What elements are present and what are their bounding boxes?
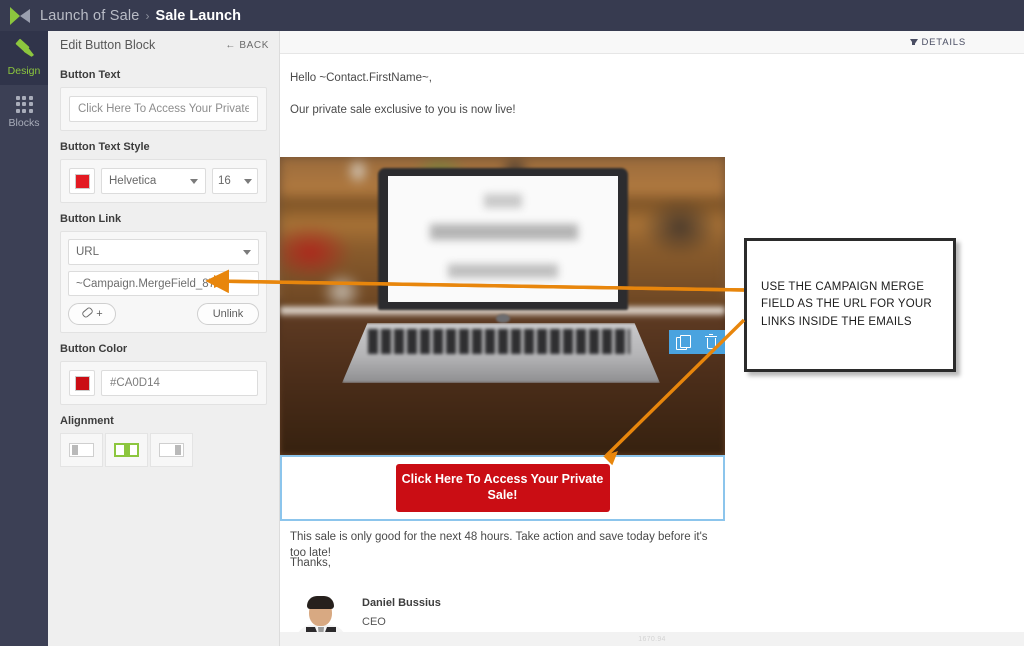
annotation-line-3: LINKS INSIDE THE EMAILS xyxy=(761,315,912,328)
link-type-select[interactable]: URL xyxy=(68,239,259,265)
details-label: DETAILS xyxy=(921,36,966,48)
arrow-down-icon xyxy=(909,39,918,45)
button-link-card: URL ~Campaign.MergeField_873~ + Unlink xyxy=(60,231,267,333)
align-left-button[interactable] xyxy=(60,433,103,467)
annotation-line-2: FIELD AS THE URL FOR YOUR xyxy=(761,298,932,311)
status-text: 1670.94 xyxy=(638,635,666,643)
cta-button-label: Click Here To Access Your Private Sale! xyxy=(401,472,604,502)
align-right-icon xyxy=(159,443,184,457)
align-left-icon xyxy=(69,443,94,457)
rail-item-blocks[interactable]: Blocks xyxy=(0,85,48,139)
logo-fold-icon xyxy=(10,6,32,26)
email-body: Hello ~Contact.FirstName~, Our private s… xyxy=(280,54,1024,646)
alignment-label: Alignment xyxy=(60,415,114,427)
details-button[interactable]: DETAILS xyxy=(909,36,967,48)
annotation-line-1: USE THE CAMPAIGN MERGE xyxy=(761,281,925,294)
button-color-card: #CA0D14 xyxy=(60,361,267,405)
tag-icon xyxy=(81,308,93,320)
laptop-screen xyxy=(388,176,618,302)
annotation-callout: USE THE CAMPAIGN MERGE FIELD AS THE URL … xyxy=(744,238,956,372)
laptop-keyboard xyxy=(368,329,630,354)
button-text-input[interactable] xyxy=(69,96,258,122)
canvas-toolbar: DETAILS xyxy=(280,31,1024,54)
panel-header: Edit Button Block ← BACK xyxy=(48,31,279,59)
button-color-label: Button Color xyxy=(60,343,128,355)
unlink-button[interactable]: Unlink xyxy=(197,303,259,325)
rail-item-design[interactable]: Design xyxy=(0,31,48,85)
button-link-label: Button Link xyxy=(60,213,122,225)
breadcrumb-parent[interactable]: Launch of Sale xyxy=(40,8,140,24)
button-text-label: Button Text xyxy=(60,69,121,81)
app-root: Launch of Sale › Sale Launch Design Bloc… xyxy=(0,0,1024,646)
chevron-down-icon xyxy=(190,178,198,184)
laptop-logo xyxy=(496,314,510,323)
button-text-style-card: Helvetica 16 xyxy=(60,159,267,203)
button-color-swatch xyxy=(74,375,90,391)
left-icon-rail: Design Blocks xyxy=(0,31,48,646)
cta-button[interactable]: Click Here To Access Your Private Sale! xyxy=(395,464,610,512)
alignment-group xyxy=(60,433,267,467)
signature-title: CEO xyxy=(362,615,386,628)
top-bar: Launch of Sale › Sale Launch xyxy=(0,0,1024,31)
font-size-value: 16 xyxy=(218,175,231,187)
trash-icon[interactable] xyxy=(704,333,718,350)
button-text-card xyxy=(60,87,267,131)
rail-item-blocks-label: Blocks xyxy=(8,116,40,129)
status-bar: 1670.94 xyxy=(280,632,1024,646)
link-type-value: URL xyxy=(76,246,100,258)
email-greeting[interactable]: Hello ~Contact.FirstName~, xyxy=(280,54,1024,87)
add-merge-tag-button[interactable]: + xyxy=(68,303,116,325)
grid-blocks-icon xyxy=(15,95,33,113)
chevron-down-icon xyxy=(243,249,251,255)
align-right-button[interactable] xyxy=(150,433,193,467)
signature-name: Daniel Bussius xyxy=(362,597,441,609)
font-family-select[interactable]: Helvetica xyxy=(101,168,206,194)
align-center-button[interactable] xyxy=(105,433,148,467)
edit-button-block-panel: Edit Button Block ← BACK Button Text But… xyxy=(48,31,280,646)
link-url-input[interactable]: ~Campaign.MergeField_873~ xyxy=(68,271,259,296)
font-family-value: Helvetica xyxy=(109,175,157,187)
block-hover-toolbar xyxy=(669,330,725,354)
chevron-down-icon xyxy=(244,178,252,184)
text-color-swatch xyxy=(74,173,90,189)
selected-button-block[interactable]: Click Here To Access Your Private Sale! xyxy=(280,455,725,521)
copy-icon[interactable] xyxy=(676,334,691,350)
font-size-select[interactable]: 16 xyxy=(212,168,258,194)
button-color-swatch-button[interactable] xyxy=(69,370,95,396)
button-color-hex-input[interactable]: #CA0D14 xyxy=(101,370,258,396)
unlink-label: Unlink xyxy=(212,308,244,320)
add-merge-tag-label: + xyxy=(96,308,103,320)
paint-brush-icon xyxy=(13,39,35,61)
button-text-style-label: Button Text Style xyxy=(60,141,150,153)
rail-item-design-label: Design xyxy=(7,65,41,77)
back-button[interactable]: ← BACK xyxy=(225,40,269,51)
breadcrumb-separator: › xyxy=(145,8,150,23)
email-intro[interactable]: Our private sale exclusive to you is now… xyxy=(280,87,1024,119)
hero-image[interactable] xyxy=(280,157,725,455)
text-color-swatch-button[interactable] xyxy=(69,168,95,194)
breadcrumb-current: Sale Launch xyxy=(155,7,241,24)
email-thanks[interactable]: Thanks, xyxy=(280,556,725,572)
panel-title: Edit Button Block xyxy=(60,38,156,52)
align-center-icon xyxy=(114,443,139,457)
